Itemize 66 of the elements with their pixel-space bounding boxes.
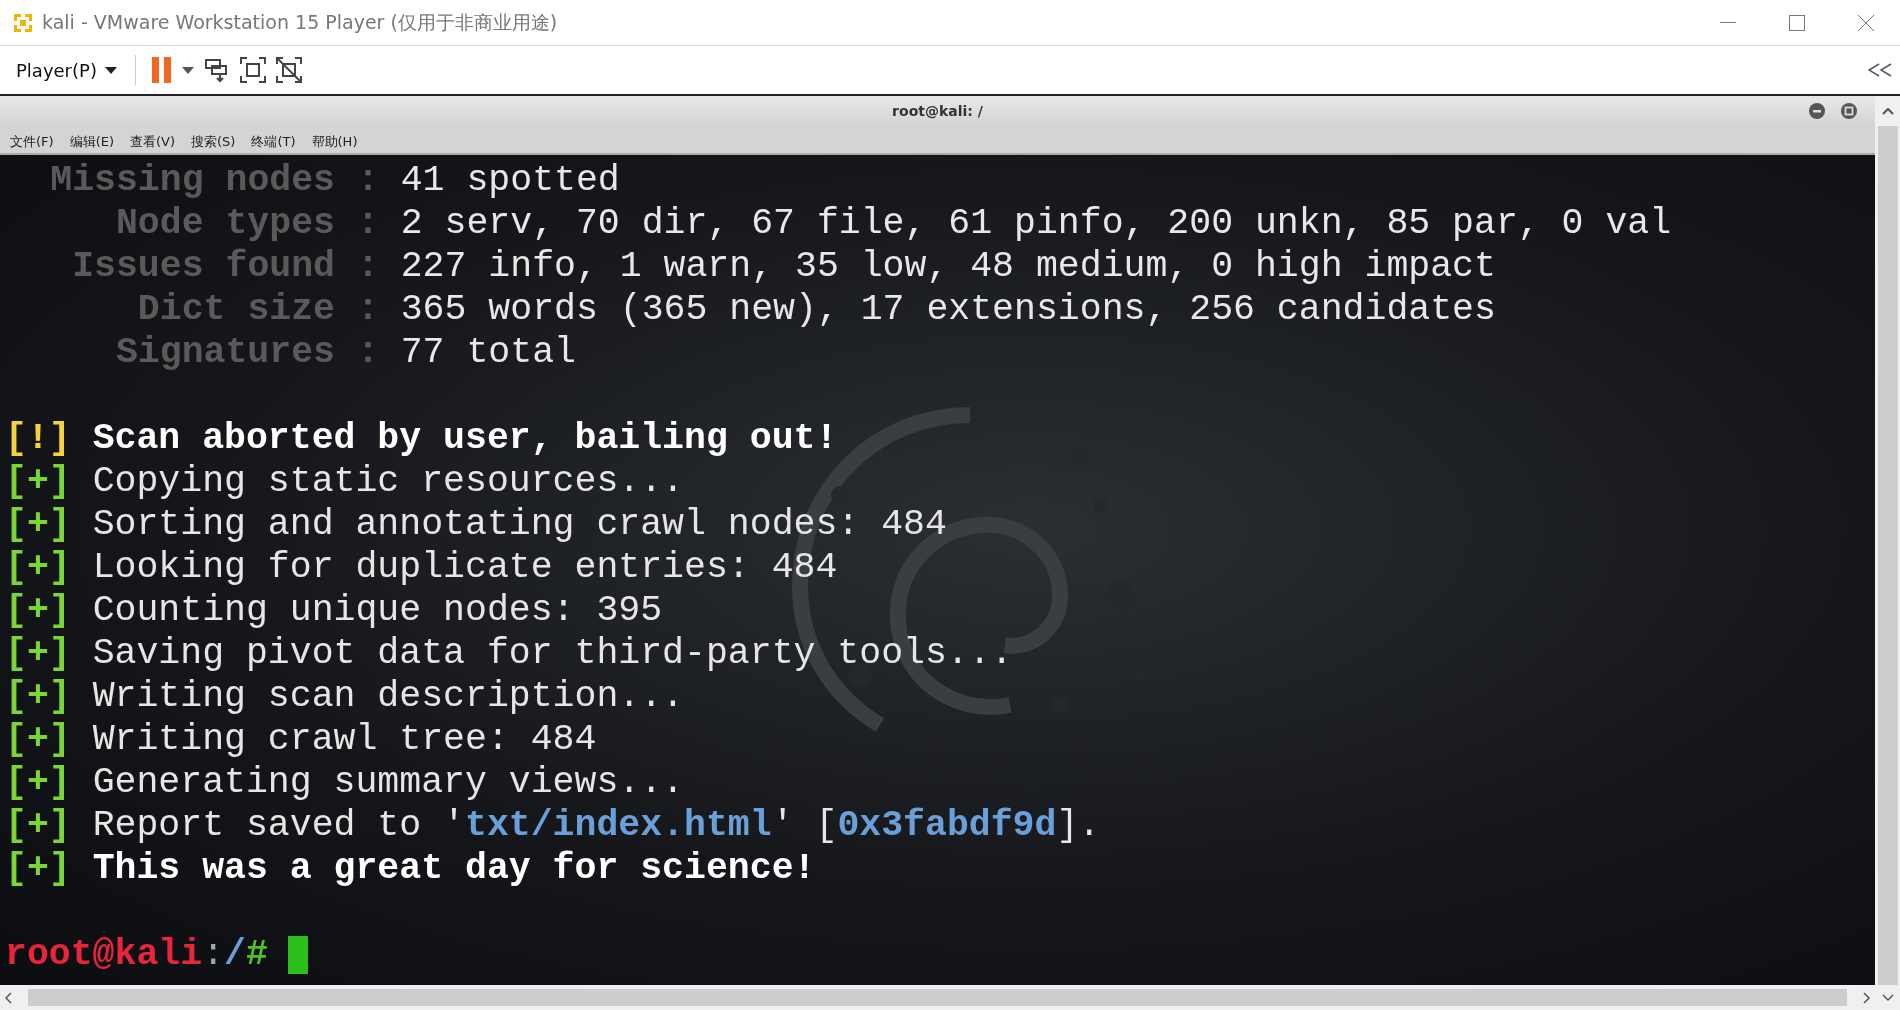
colon: : [355,159,380,202]
prompt-separator: : [202,933,225,976]
menu-item[interactable]: 查看(V) [130,133,176,151]
maximize-button[interactable] [1841,103,1857,119]
stat-value: 227 info, 1 warn, 35 low, 48 medium, 0 high impact [400,245,1496,288]
text-cursor [287,935,308,974]
menu-item[interactable]: 终端(T) [251,133,296,151]
colon: : [355,202,380,245]
log-message: Writing crawl tree: 484 [91,718,597,761]
caret-icon [104,66,117,74]
status-marker: [+] [5,546,71,589]
stat-value: 365 words (365 new), 17 extensions, 256 candidates [400,288,1496,331]
vertical-scrollbar[interactable] [1875,96,1900,1010]
status-marker: [+] [5,804,71,847]
player-menu[interactable]: Player(P) [14,55,119,85]
send-keys-icon[interactable] [203,57,230,83]
log-message: Saving pivot data for third-party tools... [91,632,1013,675]
caret-icon[interactable] [181,66,194,74]
terminal-title: root@kali: / [892,103,983,119]
app-logo-icon [12,11,34,34]
log-message: Generating summary views... [91,761,685,804]
close-icon [1857,14,1874,31]
collapse-icon[interactable] [1868,63,1892,77]
status-marker: [+] [5,761,71,804]
stat-label: Dict size [136,288,335,331]
status-marker: [+] [5,847,71,890]
horizontal-scrollbar[interactable] [0,985,1875,1010]
prompt-symbol: # [245,933,268,976]
prompt-path: / [224,933,246,976]
colon: : [355,331,380,374]
stat-label: Issues found [71,245,335,288]
minimize-icon [1719,21,1736,24]
pause-icon[interactable] [151,57,172,83]
window-title: kali - VMware Workstation 15 Player (仅用于非商业用途) [42,9,559,35]
colon: : [355,288,380,331]
fullscreen-icon[interactable] [239,57,266,83]
status-marker: [+] [5,632,71,675]
status-marker: [+] [5,718,71,761]
unity-icon[interactable] [275,57,302,83]
colon: : [355,245,380,288]
log-message: Scan aborted by user, bailing out! [91,417,838,460]
menu-item[interactable]: 文件(F) [10,133,54,151]
stat-value: 77 total [400,331,576,374]
maximize-icon [1788,14,1805,31]
status-marker: [+] [5,503,71,546]
stat-label: Node types [114,202,335,245]
prompt-user: root@kali [5,933,203,976]
menu-item[interactable]: 帮助(H) [311,133,358,151]
log-message: Looking for duplicate entries: 484 [91,546,838,589]
log-message: Copying static resources... [91,460,685,503]
log-message: Writing scan description... [91,675,685,718]
stat-label: Signatures [114,331,335,374]
menu-item[interactable]: 编辑(E) [69,133,114,151]
log-message: Sorting and annotating crawl nodes: 484 [91,503,947,546]
stat-value: 2 serv, 70 dir, 67 file, 61 pinfo, 200 unkn, 85 par, 0 val [400,202,1672,245]
status-marker: [+] [5,589,71,632]
menu-item[interactable]: 搜索(S) [191,133,236,151]
status-marker: [+] [5,460,71,503]
stat-value: 41 spotted [400,159,620,202]
stat-label: Missing nodes [49,159,335,202]
log-message: Counting unique nodes: 395 [91,589,663,632]
status-marker: [!] [5,417,71,460]
log-message: This was a great day for science! [91,847,816,890]
status-marker: [+] [5,675,71,718]
log-message: Report saved to 'txt/index.html' [0x3fabdf9d]. [91,804,1101,847]
minimize-button[interactable] [1809,103,1825,119]
